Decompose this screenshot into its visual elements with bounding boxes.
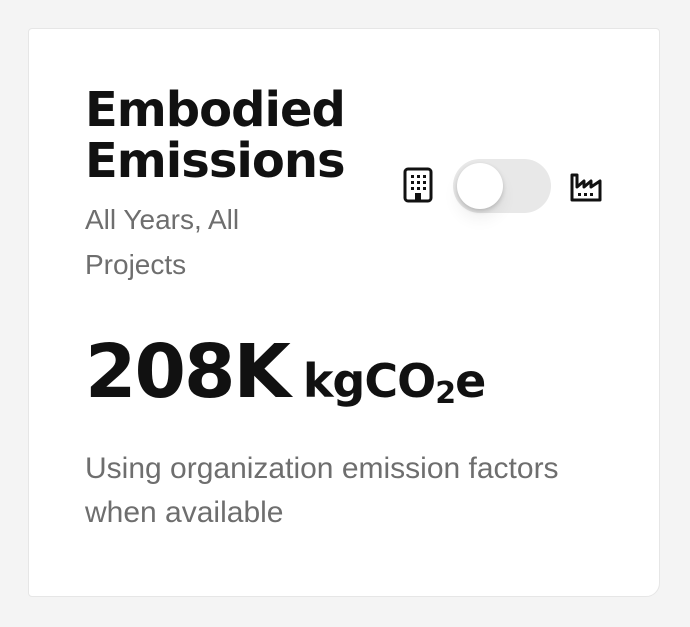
emissions-value: 208K — [85, 329, 291, 415]
embodied-scope-toggle[interactable] — [453, 159, 551, 213]
unit-prefix: kgCO — [302, 354, 436, 408]
view-toggle-group — [401, 157, 611, 215]
card-subtitle: All Years, All Projects — [85, 204, 240, 280]
emissions-total: 208K kgCO2e — [85, 329, 486, 419]
emission-factor-note: Using organization emission factors when… — [85, 452, 559, 529]
building-icon — [401, 167, 435, 203]
card-title: Embodied Emissions — [85, 82, 346, 189]
unit-subscript: 2 — [435, 376, 456, 411]
factory-icon — [569, 167, 603, 203]
toggle-knob[interactable] — [457, 163, 503, 209]
unit-suffix: e — [455, 354, 486, 408]
emissions-unit: kgCO2e — [302, 354, 486, 411]
embodied-emissions-card: Embodied Emissions All Years, All Projec… — [28, 28, 660, 597]
